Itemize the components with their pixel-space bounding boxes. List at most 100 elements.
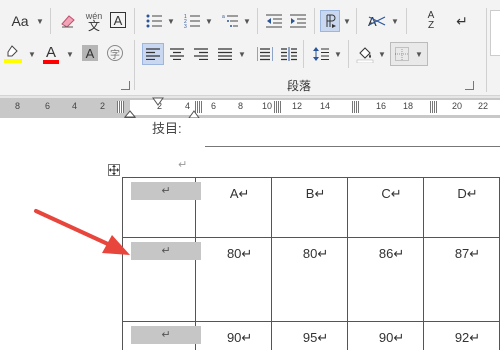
ruler-column-marker[interactable] bbox=[430, 101, 437, 113]
value-cell: 95↵ bbox=[302, 330, 329, 345]
distributed-button[interactable] bbox=[254, 43, 276, 65]
ruler-column-marker[interactable] bbox=[117, 101, 124, 113]
chevron-down-icon[interactable]: ▼ bbox=[238, 50, 246, 59]
borders-icon bbox=[395, 47, 410, 61]
show-marks-button[interactable]: ↵ bbox=[452, 10, 472, 32]
table-cell[interactable]: 87↵ bbox=[423, 237, 500, 322]
table-cell[interactable]: B↵ bbox=[271, 177, 349, 238]
enclose-characters-button[interactable]: 字 bbox=[104, 43, 126, 63]
chevron-down-icon[interactable]: ▼ bbox=[343, 17, 351, 26]
align-left-icon bbox=[146, 48, 160, 60]
ruler-tick: 8 bbox=[15, 101, 21, 111]
ruler-tick: 6 bbox=[211, 101, 217, 111]
align-center-button[interactable] bbox=[166, 43, 188, 65]
score-table[interactable]: ↵ A↵ B↵ C↵ D↵ ↵ 80↵ 80↵ 86↵ 87↵ ↵ 90↵ 95… bbox=[121, 177, 500, 350]
chevron-down-icon[interactable]: ▼ bbox=[167, 17, 175, 26]
shading-button[interactable] bbox=[354, 42, 376, 66]
decrease-indent-button[interactable] bbox=[264, 10, 284, 32]
align-right-button[interactable] bbox=[190, 43, 212, 65]
align-left-button[interactable] bbox=[142, 43, 164, 65]
sort-label-bottom: Z bbox=[427, 20, 435, 31]
ruler-tick: 6 bbox=[45, 101, 51, 111]
chevron-down-icon[interactable]: ▼ bbox=[243, 17, 251, 26]
move-icon bbox=[109, 165, 119, 175]
increase-indent-icon bbox=[290, 14, 306, 28]
ribbon-home: Aa ▼ wén 文 A ▼ A ▼ A 字 ▼ 123 ▼ a ▼ ▼ A ▼… bbox=[0, 0, 500, 96]
justify-icon bbox=[218, 48, 232, 60]
ruler-tick: 20 bbox=[452, 101, 463, 111]
table-cell[interactable]: 80↵ bbox=[195, 237, 273, 322]
enclose-characters-label: 字 bbox=[107, 45, 123, 61]
highlight-color-button[interactable] bbox=[2, 42, 24, 66]
table-cell[interactable]: ↵ bbox=[121, 321, 201, 350]
ruler-tick: 12 bbox=[292, 101, 303, 111]
paragraph-dialog-launcher-icon[interactable] bbox=[465, 81, 474, 90]
columns-icon bbox=[281, 47, 297, 61]
numbered-list-icon: 123 bbox=[184, 14, 200, 29]
chinese-layout-icon: A bbox=[368, 14, 386, 29]
header-cell: C↵ bbox=[381, 186, 402, 201]
table-move-handle[interactable] bbox=[108, 164, 120, 176]
change-case-label: Aa bbox=[11, 13, 29, 29]
line-spacing-button[interactable] bbox=[310, 43, 332, 65]
bullet-list-icon bbox=[146, 14, 162, 28]
chevron-down-icon[interactable]: ▼ bbox=[205, 17, 213, 26]
font-dialog-launcher-icon[interactable] bbox=[121, 81, 130, 90]
underline-rule bbox=[205, 146, 500, 147]
table-cell[interactable]: 92↵ bbox=[423, 321, 500, 350]
svg-text:a: a bbox=[222, 14, 225, 20]
table-row: ↵ A↵ B↵ C↵ D↵ bbox=[121, 177, 500, 238]
justify-button[interactable] bbox=[214, 43, 236, 65]
phonetic-guide-button[interactable]: wén 文 bbox=[82, 8, 106, 34]
font-color-button[interactable]: A bbox=[40, 42, 62, 66]
multilevel-list-button[interactable]: a bbox=[220, 10, 240, 32]
align-right-icon bbox=[194, 48, 208, 60]
table-cell[interactable]: 90↵ bbox=[195, 321, 273, 350]
table-cell[interactable]: D↵ bbox=[423, 177, 500, 238]
increase-indent-button[interactable] bbox=[288, 10, 308, 32]
clear-format-button[interactable] bbox=[56, 9, 80, 33]
table-cell[interactable]: 95↵ bbox=[271, 321, 349, 350]
sort-button[interactable]: A Z bbox=[420, 9, 442, 33]
eraser-icon bbox=[61, 15, 75, 28]
chevron-down-icon[interactable]: ▼ bbox=[391, 17, 399, 26]
divider bbox=[50, 8, 51, 34]
paint-bucket-icon bbox=[356, 47, 374, 63]
table-cell[interactable]: C↵ bbox=[347, 177, 425, 238]
chevron-down-icon[interactable]: ▼ bbox=[36, 17, 44, 26]
table-cell[interactable]: 86↵ bbox=[347, 237, 425, 322]
ruler-tick: 18 bbox=[403, 101, 414, 111]
columns-button[interactable] bbox=[278, 43, 300, 65]
ruler-tick: 14 bbox=[320, 101, 331, 111]
divider bbox=[406, 8, 407, 34]
ruler-tick: 4 bbox=[72, 101, 78, 111]
character-shading-button[interactable]: A bbox=[80, 43, 100, 63]
character-border-button[interactable]: A bbox=[108, 10, 128, 30]
line-spacing-icon bbox=[313, 47, 329, 61]
font-color-swatch bbox=[43, 59, 59, 64]
ltr-text-direction-button[interactable] bbox=[320, 10, 340, 32]
heading-fragment: 技目: bbox=[152, 121, 182, 136]
chevron-down-icon[interactable]: ▼ bbox=[378, 50, 386, 59]
first-line-indent-marker[interactable] bbox=[152, 97, 164, 107]
ruler-column-marker[interactable] bbox=[352, 101, 359, 113]
table-cell[interactable]: 90↵ bbox=[347, 321, 425, 350]
table-cell[interactable]: A↵ bbox=[195, 177, 273, 238]
chevron-down-icon[interactable]: ▼ bbox=[66, 50, 74, 59]
table-cell[interactable]: 80↵ bbox=[271, 237, 349, 322]
bullets-button[interactable] bbox=[144, 10, 164, 32]
ruler-tick: 2 bbox=[100, 101, 106, 111]
borders-button[interactable]: ▼ bbox=[390, 42, 428, 66]
chinese-layout-button[interactable]: A bbox=[366, 10, 388, 32]
styles-gallery[interactable] bbox=[490, 10, 500, 56]
numbering-button[interactable]: 123 bbox=[182, 10, 202, 32]
distributed-icon bbox=[257, 47, 273, 61]
character-border-label: A bbox=[110, 12, 126, 28]
ruler-column-marker[interactable] bbox=[274, 101, 281, 113]
shaded-cell-marker: ↵ bbox=[131, 326, 201, 344]
divider bbox=[486, 8, 487, 92]
chevron-down-icon[interactable]: ▼ bbox=[28, 50, 36, 59]
value-cell: 90↵ bbox=[378, 330, 405, 345]
change-case-button[interactable]: Aa bbox=[6, 10, 34, 32]
chevron-down-icon[interactable]: ▼ bbox=[334, 50, 342, 59]
